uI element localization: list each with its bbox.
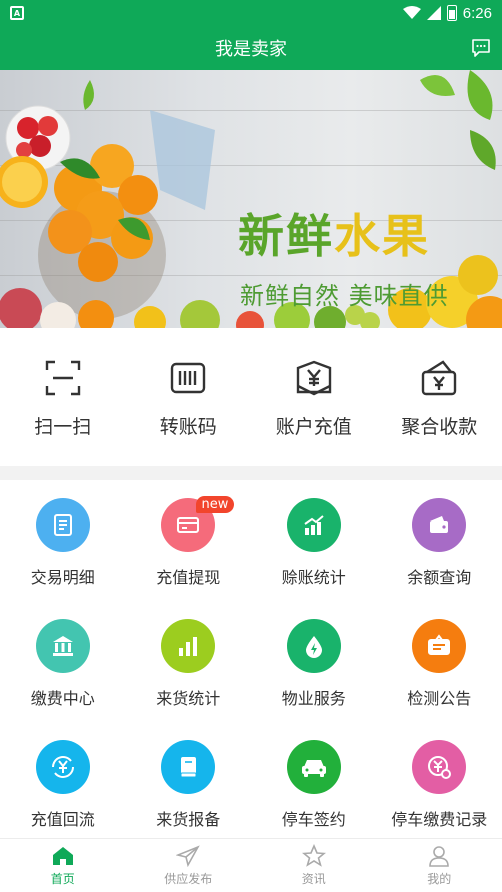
nav-news[interactable]: 资讯 bbox=[251, 839, 377, 892]
nav-supply-publish[interactable]: 供应发布 bbox=[126, 839, 252, 892]
drop-bolt-icon bbox=[286, 619, 341, 673]
service-label: 充值提现 bbox=[156, 568, 221, 587]
service-label: 余额查询 bbox=[407, 568, 472, 587]
send-icon bbox=[176, 845, 201, 868]
nav-label: 我的 bbox=[427, 872, 452, 886]
nav-home[interactable]: 首页 bbox=[0, 839, 126, 892]
notification-icon: A bbox=[10, 6, 24, 20]
quick-action-scan[interactable]: 扫一扫 bbox=[0, 328, 126, 466]
service-label: 赊账统计 bbox=[281, 568, 346, 587]
service-parking-contract[interactable]: 停车签约 bbox=[251, 722, 377, 843]
star-icon bbox=[301, 844, 326, 867]
car-icon bbox=[286, 740, 341, 794]
service-transaction-details[interactable]: 交易明细 bbox=[0, 480, 126, 601]
quick-action-label: 账户充值 bbox=[275, 416, 352, 438]
nav-label: 供应发布 bbox=[164, 872, 213, 886]
service-label: 充值回流 bbox=[30, 810, 95, 829]
service-credit-stats[interactable]: 赊账统计 bbox=[251, 480, 377, 601]
promo-banner[interactable]: 新鲜水果 新鲜自然 美味直供 bbox=[0, 70, 502, 328]
section-divider bbox=[0, 466, 502, 480]
service-grid: 交易明细 new 充值提现 赊账统计 余额查询 缴费中心 来货统计 物业服务 检… bbox=[0, 480, 502, 843]
service-parking-payment-records[interactable]: 停车缴费记录 bbox=[377, 722, 502, 843]
notice-board-icon bbox=[412, 619, 467, 673]
service-payment-center[interactable]: 缴费中心 bbox=[0, 601, 126, 722]
service-incoming-report[interactable]: 来货报备 bbox=[126, 722, 252, 843]
battery-icon bbox=[446, 5, 457, 21]
signal-icon bbox=[426, 6, 441, 20]
bottom-navigation: 首页 供应发布 资讯 我的 bbox=[0, 838, 502, 892]
wallet-collect-icon bbox=[422, 360, 457, 396]
service-label: 停车缴费记录 bbox=[391, 810, 488, 829]
service-label: 物业服务 bbox=[281, 689, 346, 708]
bar-chart-icon bbox=[161, 619, 216, 673]
service-label: 停车签约 bbox=[281, 810, 346, 829]
app-header: 我是卖家 bbox=[0, 26, 502, 70]
banner-title-part1: 新鲜 bbox=[238, 209, 334, 263]
document-icon bbox=[35, 498, 90, 552]
quick-action-label: 转账码 bbox=[159, 416, 217, 438]
home-icon bbox=[52, 847, 73, 865]
bank-icon bbox=[35, 619, 90, 673]
service-balance-query[interactable]: 余额查询 bbox=[377, 480, 502, 601]
quick-action-label: 扫一扫 bbox=[34, 416, 92, 438]
app-root: A 6:26 我是卖家 新鲜水果 新鲜自然 美味直供 扫一扫 转账码 账户充值 … bbox=[0, 0, 502, 892]
service-property[interactable]: 物业服务 bbox=[251, 601, 377, 722]
quick-action-transfer-code[interactable]: 转账码 bbox=[126, 328, 252, 466]
wifi-icon bbox=[402, 6, 421, 19]
service-incoming-stats[interactable]: 来货统计 bbox=[126, 601, 252, 722]
nav-me[interactable]: 我的 bbox=[377, 839, 502, 892]
quick-actions: 扫一扫 转账码 账户充值 聚合收款 bbox=[0, 328, 502, 466]
wallet-icon bbox=[412, 498, 467, 552]
quick-action-label: 聚合收款 bbox=[401, 416, 478, 438]
quick-action-recharge[interactable]: 账户充值 bbox=[251, 328, 377, 466]
status-time: 6:26 bbox=[462, 4, 492, 22]
service-recharge-refund[interactable]: 充值回流 bbox=[0, 722, 126, 843]
service-label: 来货统计 bbox=[156, 689, 221, 708]
barcode-icon bbox=[171, 362, 206, 394]
yen-refresh-icon bbox=[35, 740, 90, 794]
service-recharge-withdraw[interactable]: new 充值提现 bbox=[126, 480, 252, 601]
service-label: 缴费中心 bbox=[30, 689, 95, 708]
account-recharge-icon bbox=[296, 360, 331, 396]
scan-icon bbox=[45, 360, 80, 396]
nav-label: 首页 bbox=[50, 872, 75, 886]
service-label: 检测公告 bbox=[407, 689, 472, 708]
status-bar: A 6:26 bbox=[0, 0, 502, 26]
yen-clock-icon bbox=[412, 740, 467, 794]
bar-chart-up-icon bbox=[286, 498, 341, 552]
new-badge: new bbox=[195, 496, 235, 513]
banner-title-part2: 水果 bbox=[334, 209, 430, 263]
nav-label: 资讯 bbox=[301, 872, 326, 886]
book-icon bbox=[161, 740, 216, 794]
page-title: 我是卖家 bbox=[215, 39, 287, 60]
message-icon[interactable] bbox=[470, 37, 492, 59]
service-label: 交易明细 bbox=[30, 568, 95, 587]
service-label: 来货报备 bbox=[156, 810, 221, 829]
banner-subtitle: 新鲜自然 美味直供 bbox=[240, 282, 449, 310]
user-icon bbox=[429, 846, 450, 867]
quick-action-aggregate-collect[interactable]: 聚合收款 bbox=[377, 328, 502, 466]
service-inspection-notice[interactable]: 检测公告 bbox=[377, 601, 502, 722]
banner-title: 新鲜水果 bbox=[238, 200, 430, 266]
